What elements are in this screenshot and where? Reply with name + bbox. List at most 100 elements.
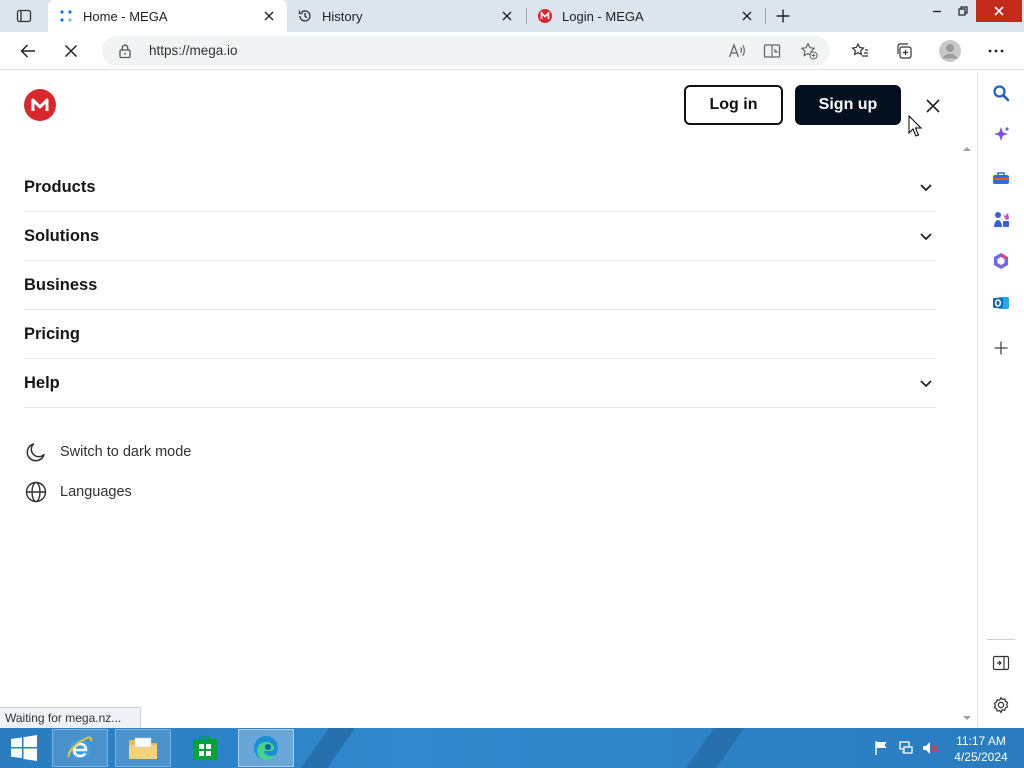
- stop-loading-button[interactable]: [56, 36, 86, 66]
- windows-taskbar: 11:17 AM 4/25/2024: [0, 728, 1024, 768]
- chevron-down-icon: [920, 380, 932, 388]
- taskbar-decoration: [685, 728, 745, 768]
- tab-close-button[interactable]: [495, 4, 519, 28]
- nav-item-pricing[interactable]: Pricing: [24, 310, 936, 359]
- globe-icon: [24, 480, 48, 504]
- tab-actions-icon: [16, 9, 32, 23]
- immersive-reader-icon[interactable]: [760, 40, 784, 62]
- chevron-down-icon: [920, 184, 932, 192]
- tools-icon: [993, 172, 1009, 184]
- menu-close-button[interactable]: [920, 93, 946, 119]
- sidebar-search-button[interactable]: [988, 80, 1014, 106]
- nav-item-help[interactable]: Help: [24, 359, 936, 408]
- lock-icon: [117, 43, 133, 59]
- sidebar-outlook-button[interactable]: [988, 290, 1014, 316]
- taskbar-internet-explorer[interactable]: [52, 729, 108, 767]
- nav-item-business[interactable]: Business: [24, 261, 936, 310]
- sidebar-split-screen-button[interactable]: [988, 650, 1014, 676]
- scroll-up-icon[interactable]: [961, 144, 973, 154]
- minimize-button[interactable]: [924, 0, 950, 22]
- taskbar-decoration: [300, 728, 356, 768]
- close-icon: [502, 11, 512, 21]
- tab-actions-button[interactable]: [8, 5, 40, 27]
- taskbar-edge[interactable]: [238, 729, 294, 767]
- sidebar-games-button[interactable]: [988, 206, 1014, 232]
- chevron-down-icon: [920, 233, 932, 241]
- history-icon: [297, 8, 313, 24]
- sidebar-add-button[interactable]: [988, 335, 1014, 361]
- tab-close-button[interactable]: [735, 4, 759, 28]
- dark-mode-label: Switch to dark mode: [60, 444, 192, 460]
- mouse-cursor-icon: [908, 115, 922, 137]
- collections-button[interactable]: [890, 36, 920, 66]
- sidebar-copilot-button[interactable]: [988, 122, 1014, 148]
- address-bar[interactable]: https://mega.io: [102, 36, 830, 66]
- search-icon: [993, 85, 1010, 102]
- taskbar-store[interactable]: [177, 729, 233, 767]
- moon-icon: [24, 440, 48, 464]
- sidebar-office-button[interactable]: [988, 248, 1014, 274]
- mega-logo[interactable]: [24, 89, 56, 121]
- network-icon[interactable]: [898, 740, 914, 756]
- edge-icon: [254, 736, 278, 760]
- close-icon: [926, 99, 940, 113]
- taskbar-clock[interactable]: 11:17 AM 4/25/2024: [948, 733, 1014, 765]
- edge-sidebar: [977, 71, 1024, 728]
- favorites-button[interactable]: [845, 36, 875, 66]
- add-favorite-icon[interactable]: [797, 40, 821, 62]
- back-arrow-icon: [20, 44, 35, 58]
- add-icon: [994, 341, 1008, 355]
- status-bar: Waiting for mega.nz...: [0, 707, 142, 728]
- nav-item-products[interactable]: Products: [24, 163, 936, 212]
- collections-icon: [897, 43, 912, 59]
- nav-item-solutions[interactable]: Solutions: [24, 212, 936, 261]
- nav-menu: Products Solutions Business Pricing Help: [24, 163, 936, 408]
- tab-separator: [765, 8, 766, 24]
- close-icon: [64, 44, 78, 58]
- games-icon: [994, 212, 1009, 227]
- tab-home-mega[interactable]: Home - MEGA: [48, 0, 287, 32]
- settings-menu-button[interactable]: [981, 36, 1011, 66]
- address-url: https://mega.io: [149, 43, 238, 58]
- nav-item-label: Solutions: [24, 226, 100, 245]
- tab-login-mega[interactable]: Login - MEGA: [527, 0, 765, 32]
- signup-button[interactable]: Sign up: [795, 85, 901, 125]
- sidebar-settings-button[interactable]: [988, 692, 1014, 718]
- tab-title: Home - MEGA: [83, 8, 168, 24]
- internet-explorer-icon: [67, 736, 93, 759]
- volume-muted-icon[interactable]: [922, 740, 938, 756]
- back-button[interactable]: [13, 36, 43, 66]
- tab-close-button[interactable]: [257, 4, 281, 28]
- restore-button[interactable]: [950, 0, 976, 22]
- browser-toolbar: https://mega.io: [0, 32, 1024, 70]
- sidebar-tools-button[interactable]: [988, 165, 1014, 191]
- start-button[interactable]: [4, 729, 44, 767]
- loading-icon: [58, 8, 74, 24]
- clock-time: 11:17 AM: [956, 734, 1006, 748]
- new-tab-button[interactable]: [770, 4, 796, 28]
- scroll-down-icon[interactable]: [961, 713, 973, 723]
- read-aloud-icon[interactable]: [725, 40, 749, 62]
- mega-logo-icon: [31, 98, 49, 111]
- close-icon: [742, 11, 752, 21]
- profile-button[interactable]: [935, 36, 965, 66]
- tab-title: Login - MEGA: [562, 8, 644, 24]
- login-button[interactable]: Log in: [684, 85, 783, 125]
- taskbar-file-explorer[interactable]: [115, 729, 171, 767]
- languages-label: Languages: [60, 484, 132, 500]
- plus-icon: [776, 9, 790, 23]
- browser-titlebar: Home - MEGA History Login - MEGA: [0, 0, 1024, 32]
- window-close-button[interactable]: [976, 0, 1022, 22]
- avatar-icon: [939, 40, 961, 62]
- dark-mode-toggle[interactable]: Switch to dark mode: [24, 440, 191, 464]
- languages-button[interactable]: Languages: [24, 480, 132, 504]
- store-icon: [193, 736, 217, 760]
- flag-icon[interactable]: [873, 740, 889, 756]
- tab-history[interactable]: History: [287, 0, 525, 32]
- close-icon: [264, 11, 274, 21]
- minimize-icon: [933, 10, 941, 13]
- office-icon: [994, 253, 1008, 269]
- nav-item-label: Products: [24, 177, 96, 196]
- outlook-icon: [993, 297, 1009, 309]
- windows-logo-icon: [11, 735, 37, 761]
